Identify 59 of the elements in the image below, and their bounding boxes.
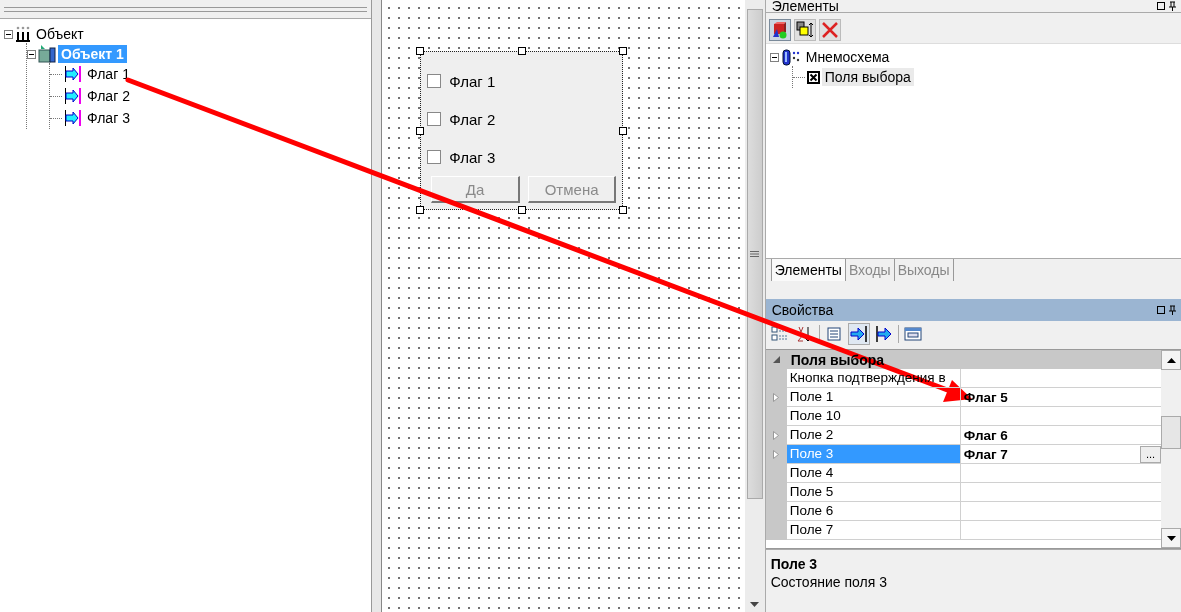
cylinder-icon: [780, 48, 801, 66]
property-name[interactable]: Поле 6: [786, 502, 961, 521]
building-icon: [15, 26, 31, 42]
resize-handle[interactable]: [619, 126, 628, 135]
collapse-icon[interactable]: [4, 29, 13, 39]
grip-icon[interactable]: [750, 250, 760, 258]
panel-title: Свойства: [771, 302, 834, 318]
down-arrow-icon[interactable]: [750, 602, 760, 607]
expand-icon[interactable]: [773, 450, 780, 459]
pin-icon[interactable]: [1157, 305, 1177, 315]
scroll-thumb[interactable]: [1161, 416, 1181, 449]
property-name[interactable]: Поле 10: [786, 407, 961, 426]
input-arrow-icon: [64, 109, 82, 127]
property-name[interactable]: Поле 4: [786, 464, 961, 483]
delete-tool-button[interactable]: [818, 19, 841, 41]
property-name[interactable]: Поле 7: [786, 521, 961, 540]
box-icon: [38, 45, 56, 63]
resize-handle[interactable]: [517, 206, 526, 214]
tree-item[interactable]: Поля выбора: [821, 68, 914, 86]
tree-item[interactable]: Флаг 2: [84, 87, 133, 105]
tree-item[interactable]: Флаг 3: [84, 109, 133, 127]
splitter[interactable]: [372, 0, 383, 612]
checkbox-label: Флаг 3: [449, 148, 496, 166]
add-tool-button[interactable]: [768, 19, 791, 41]
checkbox-label: Флаг 2: [449, 110, 496, 128]
resize-handle[interactable]: [416, 206, 425, 214]
expand-icon[interactable]: [773, 393, 780, 402]
input-tool-button[interactable]: [847, 323, 870, 345]
description-title: Поле 3: [770, 556, 819, 572]
panel-tab[interactable]: Элементы: [770, 259, 846, 281]
collapse-icon[interactable]: [769, 52, 779, 62]
collapse-icon[interactable]: [27, 49, 36, 59]
resize-handle[interactable]: [416, 47, 425, 55]
checked-box-icon: [806, 70, 820, 84]
property-value[interactable]: Флаг 5: [963, 389, 1008, 405]
resize-handle[interactable]: [619, 206, 628, 214]
input-arrow-icon: [64, 87, 82, 105]
ellipsis-button[interactable]: ...: [1140, 445, 1161, 463]
checkbox-label: Флаг 1: [449, 72, 496, 90]
resize-handle[interactable]: [416, 126, 425, 135]
down-arrow-icon[interactable]: [1166, 535, 1176, 541]
pin-icon[interactable]: [1157, 1, 1177, 11]
description-text: Состояние поля 3: [770, 574, 888, 590]
expand-icon[interactable]: [773, 431, 780, 440]
up-arrow-icon[interactable]: [1166, 357, 1176, 363]
property-name[interactable]: Поле 5: [786, 483, 961, 502]
resize-handle[interactable]: [619, 47, 628, 55]
panel-title: Элементы: [771, 1, 839, 11]
arrange-tool-button[interactable]: [793, 19, 816, 41]
checkbox[interactable]: [427, 112, 442, 126]
tree-item[interactable]: Объект: [33, 25, 87, 43]
input-arrow-icon: [64, 65, 82, 83]
tree-item[interactable]: Мнемосхема: [802, 48, 893, 66]
checkbox[interactable]: [427, 150, 442, 164]
resize-handle[interactable]: [517, 47, 526, 55]
checkbox[interactable]: [427, 74, 442, 88]
property-value[interactable]: Флаг 7: [963, 446, 1008, 462]
vertical-scrollbar[interactable]: [1161, 350, 1181, 548]
property-value[interactable]: Флаг 6: [963, 427, 1008, 443]
